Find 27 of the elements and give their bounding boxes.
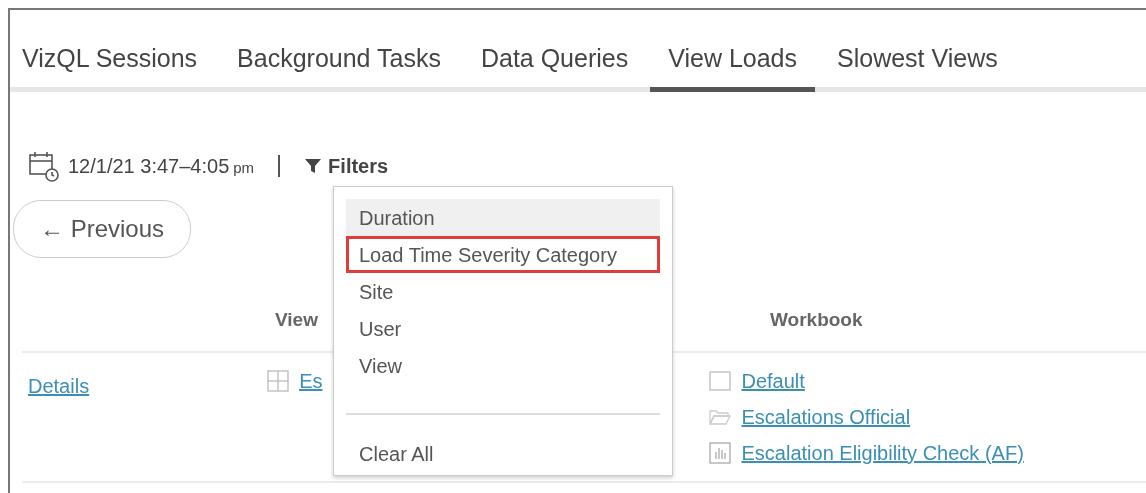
bar-chart-icon	[709, 442, 732, 464]
folder-icon	[709, 407, 732, 427]
tab[interactable]: Data Queries	[480, 39, 647, 92]
tab[interactable]: Slowest Views	[837, 39, 1016, 92]
grid-icon	[267, 370, 290, 392]
previous-button[interactable]: ← Previous	[13, 200, 192, 258]
site-link[interactable]: Default	[741, 366, 805, 396]
column-header: Workbook	[769, 308, 863, 332]
menu-item[interactable]: View	[346, 347, 660, 384]
menu-item[interactable]: Duration	[346, 199, 660, 236]
project-link[interactable]: Escalations Official	[741, 402, 911, 432]
tab[interactable]: VizQL Sessions	[22, 39, 216, 92]
menu-item[interactable]: User	[346, 310, 660, 347]
menu-item[interactable]: Site	[346, 273, 660, 310]
view-link[interactable]: Es	[299, 366, 323, 396]
clear-all-item[interactable]: Clear All	[346, 435, 660, 472]
filters-button[interactable]: Filters	[304, 150, 389, 181]
calendar-clock-icon	[28, 149, 60, 182]
time-range: 12/1/21 3:47–4:05 pm	[68, 153, 255, 179]
column-header: View	[275, 308, 318, 332]
tab[interactable]: View Loads	[650, 39, 815, 92]
details-link[interactable]: Details	[28, 371, 90, 481]
tab[interactable]: Background Tasks	[237, 39, 459, 92]
filter-icon	[304, 156, 323, 175]
workbook-link[interactable]: Escalation Eligibility Check (AF)	[741, 438, 1024, 468]
menu-item[interactable]: Load Time Severity Category	[346, 236, 660, 273]
square-icon	[709, 371, 732, 391]
